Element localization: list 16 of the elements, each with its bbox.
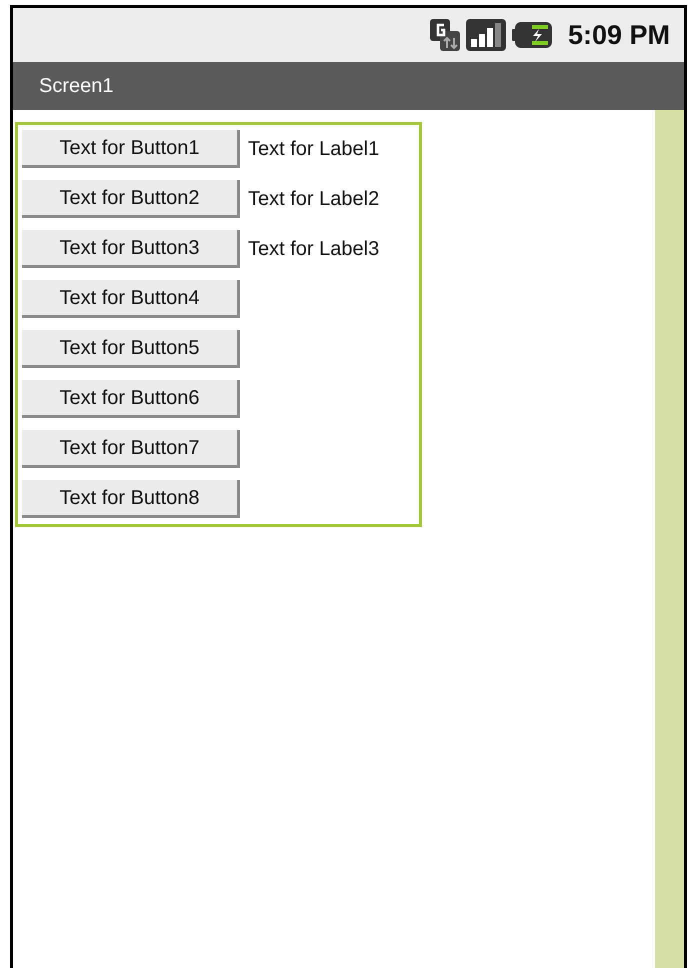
text-button[interactable]: Text for Button8 [22,480,240,518]
screen-title: Screen1 [39,74,114,99]
text-button[interactable]: Text for Button1 [22,130,240,168]
text-label: Text for Label2 [248,187,380,212]
text-button[interactable]: Text for Button4 [22,280,240,318]
network-g-icon [430,19,460,51]
text-button[interactable]: Text for Button7 [22,430,240,468]
text-button[interactable]: Text for Button2 [22,180,240,218]
signal-icon [466,19,506,51]
text-button[interactable]: Text for Button3 [22,230,240,268]
text-label: Text for Label3 [248,237,380,262]
battery-charging-icon [512,22,552,48]
text-label: Text for Label1 [248,137,380,162]
text-button[interactable]: Text for Button5 [22,330,240,368]
text-button[interactable]: Text for Button6 [22,380,240,418]
clock-time: 5:09 PM [568,18,670,52]
